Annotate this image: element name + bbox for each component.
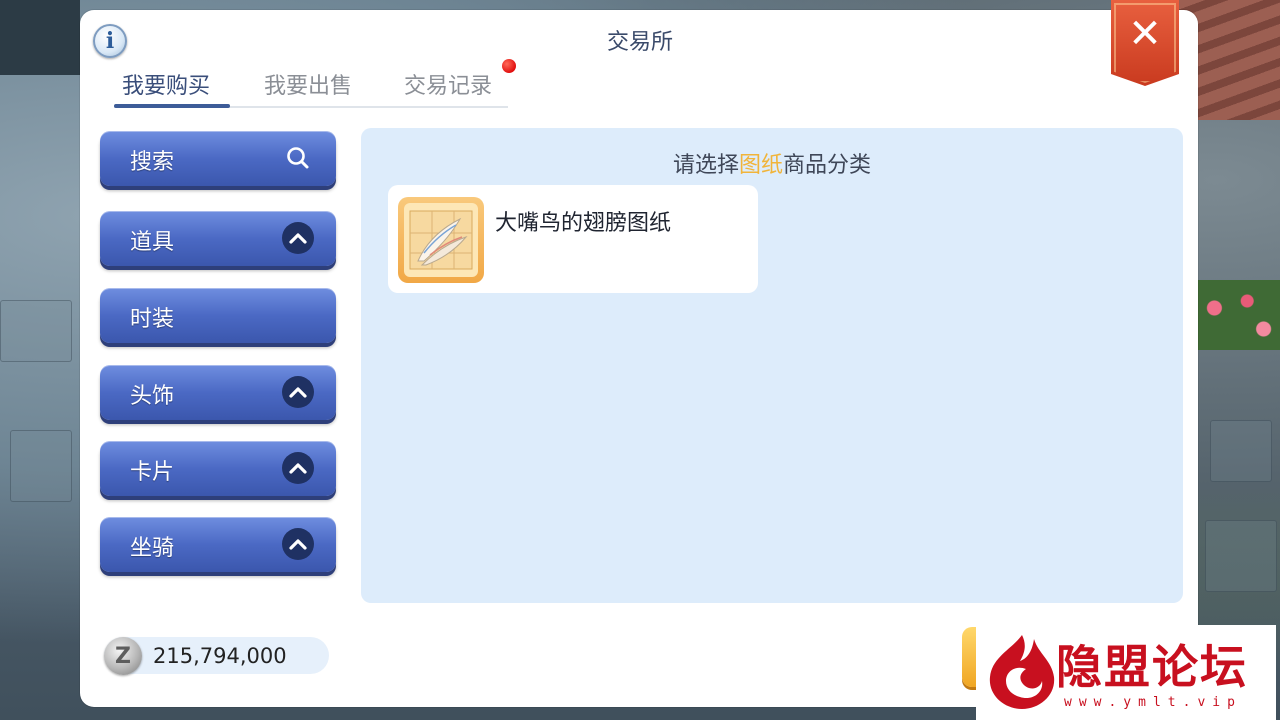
category-cards[interactable]: 卡片: [100, 441, 336, 496]
dialog-title: 交易所: [606, 30, 673, 55]
item-name: 大嘴鸟的翅膀图纸: [495, 211, 672, 236]
item-card[interactable]: 大嘴鸟的翅膀图纸: [388, 185, 758, 293]
chevron-up-icon: [282, 452, 314, 484]
category-label: 时装: [130, 307, 175, 332]
tab-buy[interactable]: 我要购买: [122, 68, 210, 100]
chevron-up-icon: [282, 376, 314, 408]
tab-bar: 我要购买 我要出售 交易记录: [114, 60, 508, 108]
prompt-text: 请选择: [672, 153, 739, 178]
watermark-url: www.ymlt.vip: [1064, 695, 1242, 710]
search-icon: [282, 142, 314, 174]
currency-amount: 215,794,000: [153, 644, 287, 668]
category-prompt: 请选择图纸商品分类: [361, 147, 1183, 179]
chevron-up-icon: [282, 528, 314, 560]
feather-blueprint-icon: [398, 197, 484, 283]
tab-history[interactable]: 交易记录: [404, 68, 492, 100]
category-mounts[interactable]: 坐骑: [100, 517, 336, 572]
notification-dot: [502, 59, 516, 73]
background-tile: [10, 430, 72, 502]
item-panel: 请选择图纸商品分类 大嘴鸟的翅膀图纸: [361, 128, 1183, 603]
zeny-coin-icon: Z: [104, 637, 142, 675]
tab-sell[interactable]: 我要出售: [264, 68, 352, 100]
prompt-highlight: 图纸: [738, 153, 783, 178]
watermark: 隐盟论坛 www.ymlt.vip: [976, 625, 1276, 720]
category-label: 卡片: [130, 460, 175, 485]
chevron-up-icon: [282, 222, 314, 254]
category-label: 道具: [130, 230, 175, 255]
close-icon: ✕: [1128, 11, 1162, 57]
background-tile: [1205, 520, 1277, 592]
category-label: 坐骑: [130, 536, 175, 561]
background-tile: [0, 300, 72, 362]
category-props[interactable]: 道具: [100, 211, 336, 266]
search-button-label: 搜索: [130, 150, 175, 175]
category-fashion[interactable]: 时装: [100, 288, 336, 343]
prompt-text: 商品分类: [783, 153, 872, 178]
active-tab-indicator: [114, 104, 230, 108]
close-button[interactable]: ✕: [1111, 0, 1179, 86]
background-flowers: [1198, 280, 1280, 350]
background-tile: [1210, 420, 1272, 482]
watermark-text: 隐盟论坛: [1056, 640, 1248, 694]
watermark-logo-icon: [989, 635, 1055, 709]
category-headwear[interactable]: 头饰: [100, 365, 336, 420]
search-button[interactable]: 搜索: [100, 131, 336, 186]
category-label: 头饰: [130, 384, 175, 409]
